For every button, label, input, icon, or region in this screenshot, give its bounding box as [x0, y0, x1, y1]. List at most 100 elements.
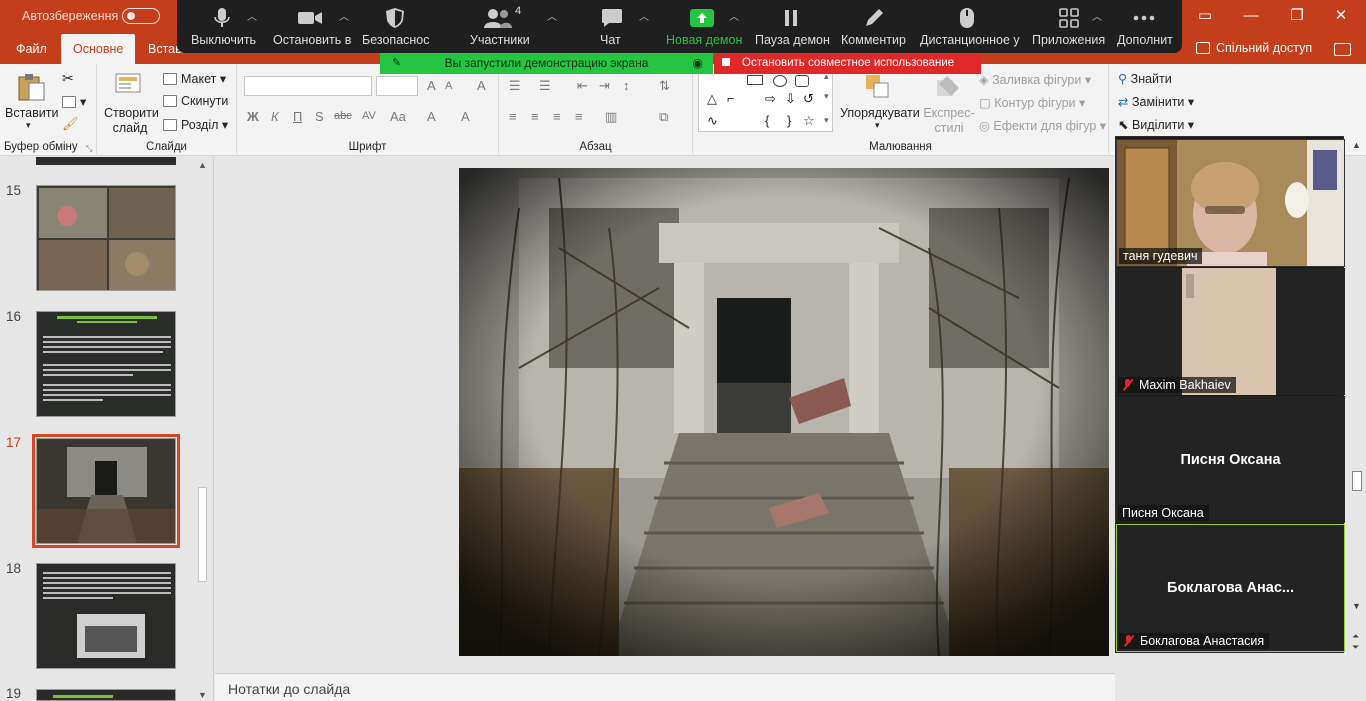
share-button[interactable]: Спільний доступ — [1196, 41, 1312, 55]
numbering-icon[interactable]: ☰ — [539, 78, 551, 94]
autosave-toggle[interactable] — [122, 8, 160, 24]
slide-thumb-14-partial[interactable] — [36, 157, 176, 165]
paste-icon[interactable] — [16, 72, 46, 102]
scrollbar-thumb[interactable] — [1352, 471, 1362, 491]
align-right-icon[interactable]: ≡ — [553, 109, 561, 124]
section-button[interactable]: Розділ ▾ — [163, 117, 228, 132]
scroll-down-icon[interactable]: ▼ — [1352, 601, 1361, 611]
spacing-icon[interactable]: AV — [362, 110, 376, 122]
participants-options-icon[interactable]: ︿ — [547, 8, 557, 23]
notes-pane[interactable]: Нотатки до слайда — [215, 673, 1115, 701]
toolbar-label[interactable]: Выключить — [191, 33, 256, 47]
shadow-button[interactable]: S — [315, 109, 324, 124]
comments-icon[interactable] — [1334, 43, 1351, 56]
arrange-dropdown-icon[interactable]: ▾ — [875, 120, 880, 131]
toolbar-label[interactable]: Чат — [600, 33, 621, 47]
select-button[interactable]: ⬉ Виділити ▾ — [1118, 117, 1194, 132]
mouse-icon[interactable] — [959, 8, 975, 28]
quick-styles-icon[interactable] — [933, 72, 963, 102]
rounded-rect-shape-icon[interactable] — [795, 75, 809, 87]
change-case-button[interactable]: Aa — [390, 109, 406, 124]
arrange-button[interactable]: Упорядкувати — [840, 106, 920, 120]
strikethrough-button[interactable]: abc — [334, 110, 352, 122]
smartart-icon[interactable]: ⧉ — [659, 109, 668, 125]
prev-slide-icon[interactable]: ⏶ — [1352, 631, 1359, 642]
bold-button[interactable]: Ж — [247, 109, 259, 124]
layout-button[interactable]: Макет ▾ — [163, 71, 226, 86]
text-direction-icon[interactable]: ⇅ — [659, 78, 670, 94]
participant-video-tile[interactable]: Maxim Bakhaiev — [1116, 268, 1345, 395]
replace-button[interactable]: ⇄ Замінити ▾ — [1118, 94, 1194, 109]
apps-options-icon[interactable]: ︿ — [1092, 8, 1102, 23]
line-spacing-icon[interactable]: ↕ — [623, 78, 630, 93]
participants-scrollbar[interactable]: ▲ ▼ ⏶ ⏷ — [1350, 138, 1364, 653]
chat-icon[interactable] — [601, 8, 623, 28]
close-icon[interactable]: ✕ — [1328, 5, 1354, 27]
align-center-icon[interactable]: ≡ — [531, 109, 539, 124]
columns-icon[interactable]: ▥ — [605, 109, 617, 125]
freeform-shape-icon[interactable]: ∿ — [707, 113, 718, 129]
scroll-down-icon[interactable]: ▼ — [198, 690, 207, 700]
down-arrow-shape-icon[interactable]: ⇩ — [785, 91, 796, 107]
paste-dropdown-icon[interactable]: ▾ — [26, 120, 31, 131]
highlight-icon[interactable]: A — [427, 109, 436, 124]
next-slide-icon[interactable]: ⏷ — [1352, 642, 1359, 653]
font-size-input[interactable] — [376, 76, 418, 96]
increase-font-icon[interactable]: A — [427, 78, 436, 93]
current-slide[interactable] — [459, 168, 1109, 656]
more-icon[interactable] — [1132, 8, 1156, 28]
share-screen-icon[interactable] — [690, 8, 714, 28]
mic-icon[interactable] — [214, 8, 230, 28]
slide-thumbnail-17[interactable] — [32, 434, 180, 548]
shape-fill-button[interactable]: ◈ Заливка фігури ▾ — [979, 72, 1091, 87]
chat-options-icon[interactable]: ︿ — [639, 8, 649, 23]
shield-icon[interactable] — [386, 8, 404, 28]
toolbar-label[interactable]: Остановить в — [273, 33, 351, 47]
elbow-connector-icon[interactable]: ⌐ — [727, 91, 735, 106]
curved-arrow-shape-icon[interactable]: ↺ — [803, 91, 814, 107]
new-slide-icon[interactable] — [113, 70, 143, 100]
shapes-gallery[interactable]: △ ⌐ ⇨ ⇩ ↺ ∿ { } ☆ ▴ ▾ ▾ — [698, 70, 833, 132]
align-left-icon[interactable]: ≡ — [509, 109, 517, 124]
toolbar-label[interactable]: Дополнит — [1117, 33, 1173, 47]
toolbar-label[interactable]: Дистанционное у — [920, 33, 1020, 47]
video-options-icon[interactable]: ︿ — [339, 8, 349, 23]
star-shape-icon[interactable]: ☆ — [803, 113, 815, 129]
slide-thumbnail-19[interactable] — [36, 689, 176, 701]
toolbar-label[interactable]: Участники — [470, 33, 530, 47]
rectangle-shape-icon[interactable] — [747, 75, 763, 85]
mic-options-icon[interactable]: ︿ — [247, 8, 257, 23]
underline-button[interactable]: П — [293, 109, 302, 124]
participant-video-tile[interactable]: Писня Оксана Писня Оксана — [1116, 396, 1345, 523]
quick-styles-button[interactable]: Експрес-стилі — [922, 106, 976, 136]
shape-effects-button[interactable]: ◎ Ефекти для фігур ▾ — [979, 118, 1106, 133]
font-name-input[interactable] — [244, 76, 372, 96]
gallery-down-icon[interactable]: ▾ — [824, 91, 829, 102]
thumbnails-scrollbar[interactable]: ▲ ▼ — [196, 160, 210, 701]
clear-format-icon[interactable]: A — [477, 78, 486, 93]
toolbar-label[interactable]: Новая демон — [666, 33, 742, 47]
font-color-icon[interactable]: A — [461, 109, 470, 124]
arrange-icon[interactable] — [863, 72, 893, 102]
scroll-up-icon[interactable]: ▲ — [198, 160, 207, 170]
reset-button[interactable]: Скинути — [163, 94, 228, 108]
ribbon-display-icon[interactable]: ▭ — [1192, 5, 1218, 27]
cut-icon[interactable]: ✂ — [62, 70, 74, 87]
video-icon[interactable] — [298, 8, 322, 28]
triangle-shape-icon[interactable]: △ — [707, 91, 717, 107]
copy-icon[interactable]: ▾ — [62, 94, 86, 109]
decrease-font-icon[interactable]: A — [445, 80, 452, 92]
share-options-icon[interactable]: ︿ — [729, 8, 739, 23]
new-slide-button[interactable]: Створити слайд — [104, 106, 159, 136]
scroll-up-icon[interactable]: ▲ — [1352, 140, 1361, 150]
scrollbar-thumb[interactable] — [198, 487, 207, 582]
slide-thumbnail-16[interactable] — [36, 311, 176, 417]
apps-icon[interactable] — [1059, 8, 1079, 28]
slide-thumbnail-18[interactable] — [36, 563, 176, 669]
participants-icon[interactable] — [484, 8, 512, 28]
tab-home[interactable]: Основне — [61, 34, 136, 64]
toolbar-label[interactable]: Безопаснос — [362, 33, 430, 47]
paste-button[interactable]: Вставити — [5, 106, 58, 120]
participant-video-tile-active[interactable]: Боклагова Анас... Боклагова Анастасия — [1116, 524, 1345, 652]
find-button[interactable]: ⚲ Знайти — [1118, 71, 1172, 86]
